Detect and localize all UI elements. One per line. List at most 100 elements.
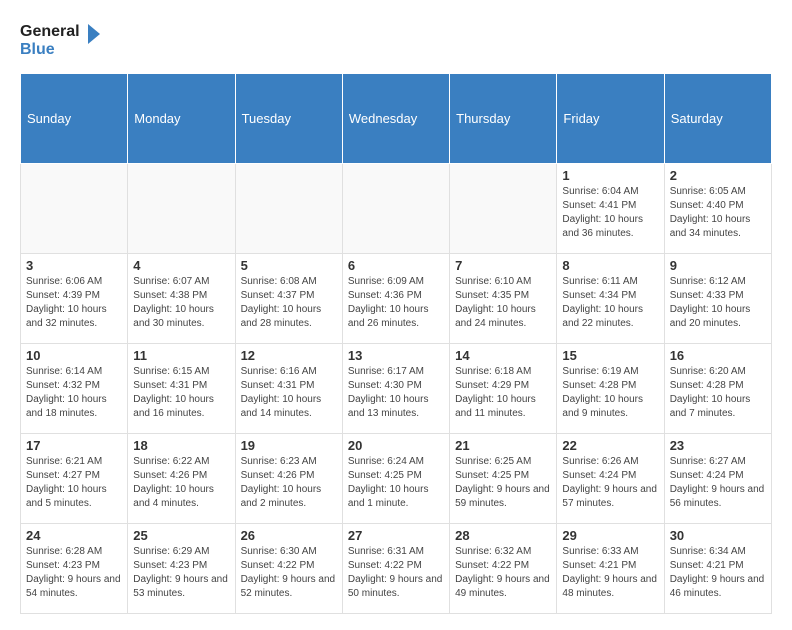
- day-number: 25: [133, 528, 229, 543]
- day-info: Sunrise: 6:17 AM Sunset: 4:30 PM Dayligh…: [348, 365, 444, 421]
- calendar-cell: 30Sunrise: 6:34 AM Sunset: 4:21 PM Dayli…: [664, 524, 771, 614]
- calendar-cell: 28Sunrise: 6:32 AM Sunset: 4:22 PM Dayli…: [450, 524, 557, 614]
- day-number: 26: [241, 528, 337, 543]
- day-number: 11: [133, 348, 229, 363]
- calendar-cell: 22 Sunrise: 6:26 AM Sunset: 4:24 PM Dayli…: [557, 434, 664, 524]
- calendar-week-4: 17 Sunrise: 6:21 AM Sunset: 4:27 PM Dayli…: [21, 434, 772, 524]
- svg-text:Blue: Blue: [20, 41, 55, 58]
- calendar-cell: 27 Sunrise: 6:31 AM Sunset: 4:22 PM Dayli…: [342, 524, 449, 614]
- calendar-cell: 2 Sunrise: 6:05 AM Sunset: 4:40 PM Daylig…: [664, 164, 771, 254]
- day-info: Sunrise: 6:30 AM Sunset: 4:22 PM Dayligh…: [241, 545, 337, 601]
- day-info: Sunrise: 6:22 AM Sunset: 4:26 PM Dayligh…: [133, 455, 229, 511]
- day-number: 17: [26, 438, 122, 453]
- weekday-header-thursday: Thursday: [450, 74, 557, 164]
- calendar-cell: 12 Sunrise: 6:16 AM Sunset: 4:31 PM Dayli…: [235, 344, 342, 434]
- day-info: Sunrise: 6:21 AM Sunset: 4:27 PM Dayligh…: [26, 455, 122, 511]
- calendar-cell: 11Sunrise: 6:15 AM Sunset: 4:31 PM Dayli…: [128, 344, 235, 434]
- day-info: Sunrise: 6:14 AM Sunset: 4:32 PM Dayligh…: [26, 365, 122, 421]
- day-number: 16: [670, 348, 766, 363]
- calendar-cell: 15 Sunrise: 6:19 AM Sunset: 4:28 PM Dayli…: [557, 344, 664, 434]
- day-info: Sunrise: 6:19 AM Sunset: 4:28 PM Dayligh…: [562, 365, 658, 421]
- calendar-week-3: 10 Sunrise: 6:14 AM Sunset: 4:32 PM Dayli…: [21, 344, 772, 434]
- day-number: 1: [562, 168, 658, 183]
- day-info: Sunrise: 6:32 AM Sunset: 4:22 PM Dayligh…: [455, 545, 551, 601]
- day-number: 8: [562, 258, 658, 273]
- logo-svg: General Blue: [20, 16, 100, 61]
- page-header: General Blue: [20, 16, 772, 61]
- day-info: Sunrise: 6:25 AM Sunset: 4:25 PM Dayligh…: [455, 455, 551, 511]
- calendar-cell: 18 Sunrise: 6:22 AM Sunset: 4:26 PM Dayli…: [128, 434, 235, 524]
- calendar-cell: 23Sunrise: 6:27 AM Sunset: 4:24 PM Dayli…: [664, 434, 771, 524]
- calendar-cell: 16 Sunrise: 6:20 AM Sunset: 4:28 PM Dayli…: [664, 344, 771, 434]
- day-info: Sunrise: 6:10 AM Sunset: 4:35 PM Dayligh…: [455, 275, 551, 331]
- calendar-cell: 26 Sunrise: 6:30 AM Sunset: 4:22 PM Dayli…: [235, 524, 342, 614]
- day-number: 15: [562, 348, 658, 363]
- day-number: 29: [562, 528, 658, 543]
- calendar-cell: 9Sunrise: 6:12 AM Sunset: 4:33 PM Daylig…: [664, 254, 771, 344]
- day-info: Sunrise: 6:24 AM Sunset: 4:25 PM Dayligh…: [348, 455, 444, 511]
- day-info: Sunrise: 6:05 AM Sunset: 4:40 PM Dayligh…: [670, 185, 766, 241]
- page-container: General Blue SundayMondayTuesdayWednesda…: [0, 0, 792, 630]
- calendar-cell: 3 Sunrise: 6:06 AM Sunset: 4:39 PM Daylig…: [21, 254, 128, 344]
- day-info: Sunrise: 6:11 AM Sunset: 4:34 PM Dayligh…: [562, 275, 658, 331]
- day-info: Sunrise: 6:16 AM Sunset: 4:31 PM Dayligh…: [241, 365, 337, 421]
- day-number: 7: [455, 258, 551, 273]
- day-info: Sunrise: 6:23 AM Sunset: 4:26 PM Dayligh…: [241, 455, 337, 511]
- day-info: Sunrise: 6:31 AM Sunset: 4:22 PM Dayligh…: [348, 545, 444, 601]
- calendar-cell: 17 Sunrise: 6:21 AM Sunset: 4:27 PM Dayli…: [21, 434, 128, 524]
- day-number: 10: [26, 348, 122, 363]
- calendar-cell: [128, 164, 235, 254]
- day-info: Sunrise: 6:20 AM Sunset: 4:28 PM Dayligh…: [670, 365, 766, 421]
- day-number: 19: [241, 438, 337, 453]
- calendar-cell: [450, 164, 557, 254]
- day-number: 2: [670, 168, 766, 183]
- day-info: Sunrise: 6:34 AM Sunset: 4:21 PM Dayligh…: [670, 545, 766, 601]
- calendar-cell: 6Sunrise: 6:09 AM Sunset: 4:36 PM Daylig…: [342, 254, 449, 344]
- calendar-cell: 1 Sunrise: 6:04 AM Sunset: 4:41 PM Daylig…: [557, 164, 664, 254]
- day-info: Sunrise: 6:18 AM Sunset: 4:29 PM Dayligh…: [455, 365, 551, 421]
- day-info: Sunrise: 6:26 AM Sunset: 4:24 PM Dayligh…: [562, 455, 658, 511]
- calendar-cell: 4 Sunrise: 6:07 AM Sunset: 4:38 PM Daylig…: [128, 254, 235, 344]
- day-info: Sunrise: 6:04 AM Sunset: 4:41 PM Dayligh…: [562, 185, 658, 241]
- calendar-week-1: 1 Sunrise: 6:04 AM Sunset: 4:41 PM Daylig…: [21, 164, 772, 254]
- day-number: 4: [133, 258, 229, 273]
- calendar-table: SundayMondayTuesdayWednesdayThursdayFrid…: [20, 73, 772, 614]
- day-number: 24: [26, 528, 122, 543]
- calendar-cell: 10 Sunrise: 6:14 AM Sunset: 4:32 PM Dayli…: [21, 344, 128, 434]
- day-number: 13: [348, 348, 444, 363]
- day-info: Sunrise: 6:08 AM Sunset: 4:37 PM Dayligh…: [241, 275, 337, 331]
- calendar-cell: 7 Sunrise: 6:10 AM Sunset: 4:35 PM Daylig…: [450, 254, 557, 344]
- calendar-cell: [342, 164, 449, 254]
- day-info: Sunrise: 6:12 AM Sunset: 4:33 PM Dayligh…: [670, 275, 766, 331]
- day-info: Sunrise: 6:29 AM Sunset: 4:23 PM Dayligh…: [133, 545, 229, 601]
- weekday-header-saturday: Saturday: [664, 74, 771, 164]
- weekday-header-row: SundayMondayTuesdayWednesdayThursdayFrid…: [21, 74, 772, 164]
- weekday-header-monday: Monday: [128, 74, 235, 164]
- day-number: 20: [348, 438, 444, 453]
- day-number: 14: [455, 348, 551, 363]
- weekday-header-friday: Friday: [557, 74, 664, 164]
- weekday-header-sunday: Sunday: [21, 74, 128, 164]
- calendar-cell: 5 Sunrise: 6:08 AM Sunset: 4:37 PM Daylig…: [235, 254, 342, 344]
- calendar-body: 1 Sunrise: 6:04 AM Sunset: 4:41 PM Daylig…: [21, 164, 772, 614]
- calendar-cell: 24 Sunrise: 6:28 AM Sunset: 4:23 PM Dayli…: [21, 524, 128, 614]
- day-number: 23: [670, 438, 766, 453]
- day-info: Sunrise: 6:07 AM Sunset: 4:38 PM Dayligh…: [133, 275, 229, 331]
- day-number: 5: [241, 258, 337, 273]
- day-info: Sunrise: 6:28 AM Sunset: 4:23 PM Dayligh…: [26, 545, 122, 601]
- day-number: 3: [26, 258, 122, 273]
- day-number: 6: [348, 258, 444, 273]
- calendar-cell: 29 Sunrise: 6:33 AM Sunset: 4:21 PM Dayli…: [557, 524, 664, 614]
- calendar-week-5: 24 Sunrise: 6:28 AM Sunset: 4:23 PM Dayli…: [21, 524, 772, 614]
- day-info: Sunrise: 6:06 AM Sunset: 4:39 PM Dayligh…: [26, 275, 122, 331]
- calendar-cell: 14 Sunrise: 6:18 AM Sunset: 4:29 PM Dayli…: [450, 344, 557, 434]
- day-number: 27: [348, 528, 444, 543]
- calendar-cell: [235, 164, 342, 254]
- calendar-cell: 19 Sunrise: 6:23 AM Sunset: 4:26 PM Dayli…: [235, 434, 342, 524]
- day-number: 22: [562, 438, 658, 453]
- day-number: 12: [241, 348, 337, 363]
- calendar-week-2: 3 Sunrise: 6:06 AM Sunset: 4:39 PM Daylig…: [21, 254, 772, 344]
- day-info: Sunrise: 6:33 AM Sunset: 4:21 PM Dayligh…: [562, 545, 658, 601]
- day-number: 18: [133, 438, 229, 453]
- calendar-cell: 8 Sunrise: 6:11 AM Sunset: 4:34 PM Daylig…: [557, 254, 664, 344]
